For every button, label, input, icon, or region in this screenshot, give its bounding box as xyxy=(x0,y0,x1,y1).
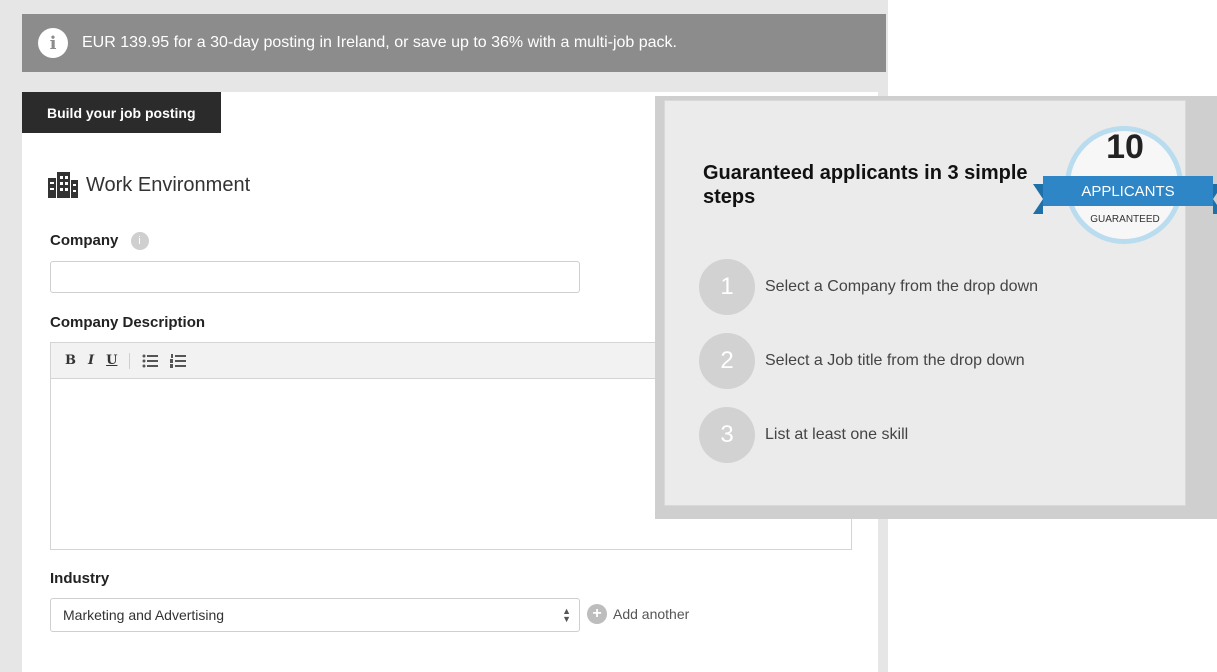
step-text: Select a Job title from the drop down xyxy=(765,352,1025,369)
toolbar-divider xyxy=(129,352,131,369)
industry-select[interactable]: Marketing and Advertising ▲ ▼ xyxy=(50,598,580,632)
plus-icon: + xyxy=(587,604,607,624)
bold-button[interactable]: B xyxy=(65,353,76,368)
step-number: 1 xyxy=(699,259,755,315)
section-title-text: Work Environment xyxy=(86,173,251,196)
underline-button[interactable]: U xyxy=(106,353,117,368)
company-label-text: Company xyxy=(50,232,119,249)
company-input[interactable] xyxy=(50,261,580,293)
applicants-guaranteed-badge: 10 APPLICANTS GUARANTEED xyxy=(1025,118,1217,270)
step-text: List at least one skill xyxy=(765,426,909,443)
step-item: 3 List at least one skill xyxy=(699,407,908,463)
step-item: 2 Select a Job title from the drop down xyxy=(699,333,1025,389)
company-label: Company i xyxy=(50,232,149,251)
step-number: 2 xyxy=(699,333,755,389)
numbered-list-icon[interactable] xyxy=(170,353,187,368)
section-title: Work Environment xyxy=(48,172,250,198)
italic-button[interactable]: I xyxy=(88,353,94,368)
industry-label: Industry xyxy=(50,570,110,587)
add-another-button[interactable]: + Add another xyxy=(587,604,689,624)
add-another-label: Add another xyxy=(613,606,690,622)
badge-number: 10 xyxy=(1106,128,1144,166)
industry-selected-value: Marketing and Advertising xyxy=(63,607,225,623)
badge-subtitle: GUARANTEED xyxy=(1090,214,1160,225)
select-arrows-icon: ▲ ▼ xyxy=(562,606,571,624)
info-icon: i xyxy=(38,28,68,58)
tab-build-job-posting[interactable]: Build your job posting xyxy=(22,92,221,133)
step-number: 3 xyxy=(699,407,755,463)
pricing-info-text: EUR 139.95 for a 30-day posting in Irela… xyxy=(82,34,677,51)
building-icon xyxy=(48,172,78,198)
step-item: 1 Select a Company from the drop down xyxy=(699,259,1038,315)
overlay-title: Guaranteed applicants in 3 simple steps xyxy=(703,162,1028,208)
step-text: Select a Company from the drop down xyxy=(765,278,1039,295)
pricing-info-banner: i EUR 139.95 for a 30-day posting in Ire… xyxy=(22,14,886,72)
bullet-list-icon[interactable] xyxy=(142,354,159,368)
badge-ribbon: APPLICANTS xyxy=(1033,176,1217,214)
help-icon[interactable]: i xyxy=(130,232,149,251)
company-description-label: Company Description xyxy=(50,314,206,331)
